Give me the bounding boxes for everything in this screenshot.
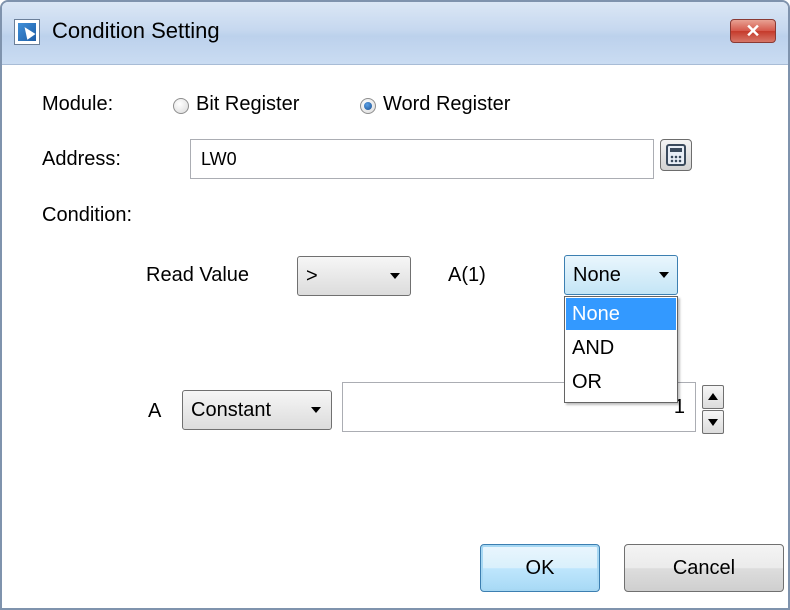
calculator-icon <box>666 144 686 166</box>
chevron-down-icon <box>311 407 321 413</box>
chevron-down-icon <box>659 272 669 278</box>
logic-dropdown-list: None AND OR <box>564 296 678 403</box>
operator-combo[interactable]: > <box>297 256 411 296</box>
logic-combo[interactable]: None <box>564 255 678 295</box>
expression-label: A(1) <box>448 264 486 286</box>
spin-down-button[interactable] <box>702 410 724 434</box>
ok-button[interactable]: OK <box>480 544 600 592</box>
address-keypad-button[interactable] <box>660 139 692 171</box>
title-bar[interactable]: Condition Setting ✕ <box>2 2 788 65</box>
arrow-down-icon <box>708 419 718 426</box>
dropdown-option-and[interactable]: AND <box>566 332 676 364</box>
logic-value: None <box>573 264 621 286</box>
operand-label: A <box>148 400 162 422</box>
dropdown-option-none[interactable]: None <box>566 298 676 330</box>
condition-label: Condition: <box>42 204 133 226</box>
word-register-label[interactable]: Word Register <box>383 93 510 116</box>
close-icon: ✕ <box>745 21 761 41</box>
operator-value: > <box>306 265 318 287</box>
app-icon <box>14 19 40 45</box>
operand-source-value: Constant <box>191 399 272 421</box>
address-input[interactable]: LW0 <box>190 139 654 179</box>
chevron-down-icon <box>390 273 400 279</box>
arrow-up-icon <box>708 393 718 400</box>
condition-setting-dialog: Condition Setting ✕ Module: Bit Register… <box>0 0 790 610</box>
word-register-radio[interactable] <box>360 98 376 114</box>
dropdown-option-or[interactable]: OR <box>566 366 676 398</box>
bit-register-radio[interactable] <box>173 98 189 114</box>
window-title: Condition Setting <box>52 18 220 43</box>
module-label: Module: <box>42 93 114 115</box>
spin-up-button[interactable] <box>702 385 724 409</box>
address-label: Address: <box>42 148 121 170</box>
bit-register-label[interactable]: Bit Register <box>196 93 299 116</box>
operand-source-combo[interactable]: Constant <box>182 390 332 430</box>
read-value-label: Read Value <box>146 264 250 286</box>
close-button[interactable]: ✕ <box>730 19 776 43</box>
cancel-button[interactable]: Cancel <box>624 544 784 592</box>
